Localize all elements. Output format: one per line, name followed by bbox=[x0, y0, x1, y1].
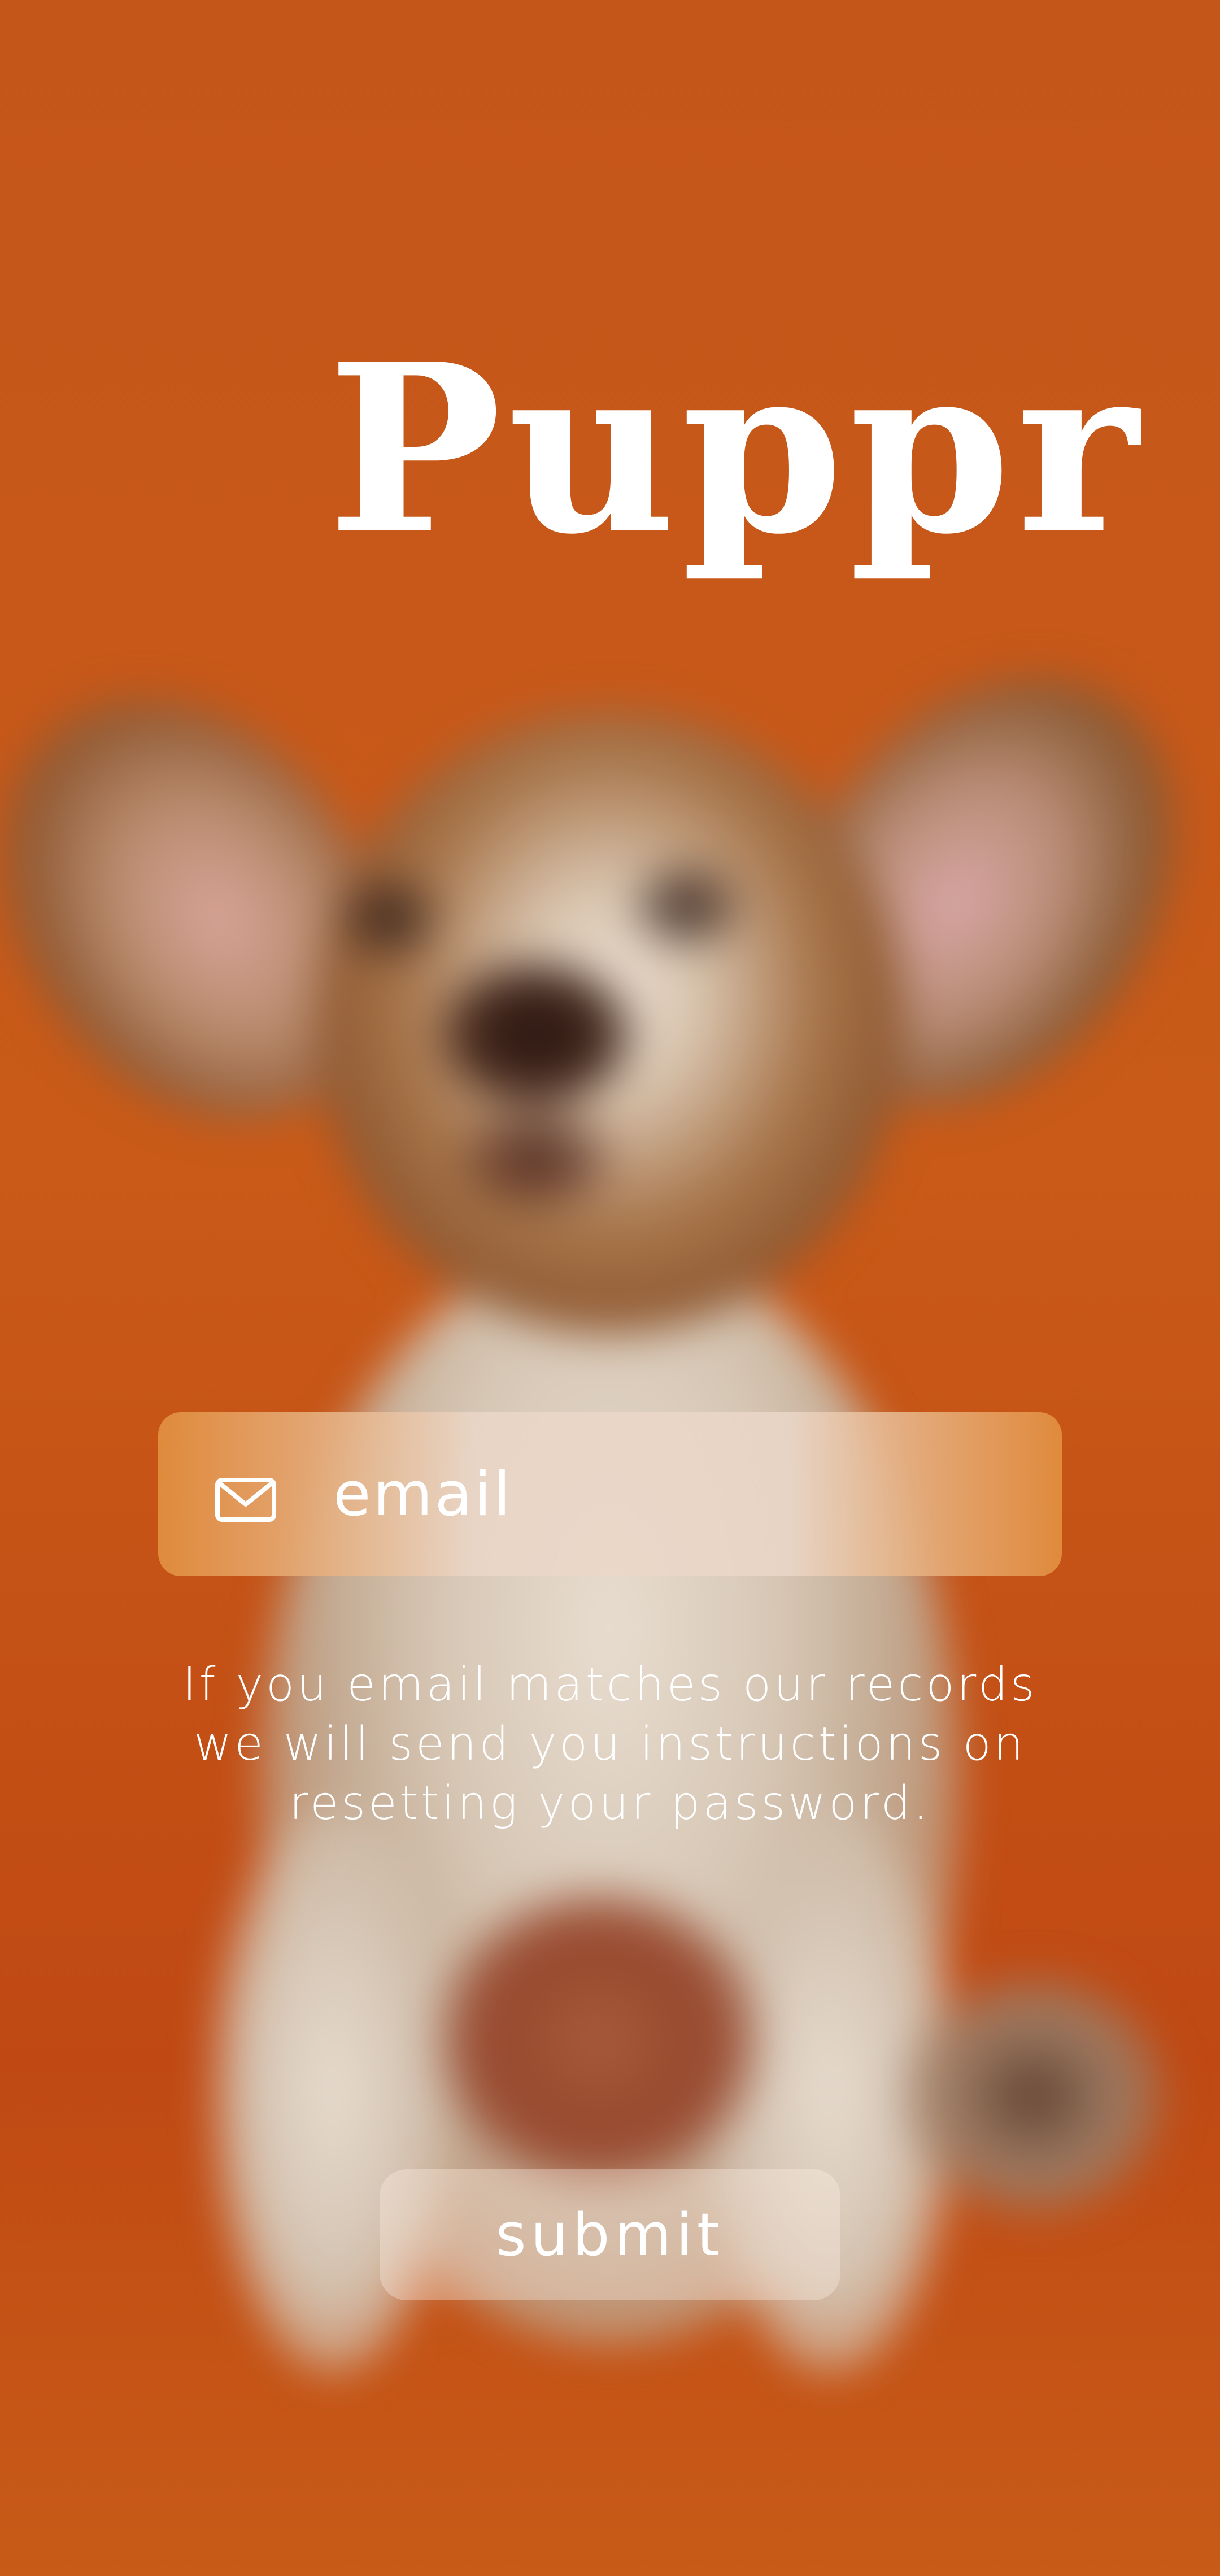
mail-icon bbox=[215, 1478, 276, 1522]
puppy-eye-left bbox=[339, 876, 441, 960]
email-field[interactable] bbox=[158, 1412, 1062, 1576]
email-input[interactable] bbox=[333, 1446, 1011, 1542]
forgot-password-screen: Puppr If you email matches our records w… bbox=[0, 0, 1220, 2576]
puppy-nose bbox=[441, 960, 633, 1107]
app-title: Puppr bbox=[328, 313, 1144, 585]
reset-instructions-text: If you email matches our records we will… bbox=[182, 1658, 1038, 1830]
puppy-tail bbox=[904, 1977, 1164, 2214]
puppy-eye-right bbox=[633, 864, 740, 949]
submit-button[interactable]: submit bbox=[380, 2169, 840, 2300]
puppy-mouth bbox=[463, 1107, 610, 1209]
puppy-belly bbox=[441, 1892, 757, 2186]
